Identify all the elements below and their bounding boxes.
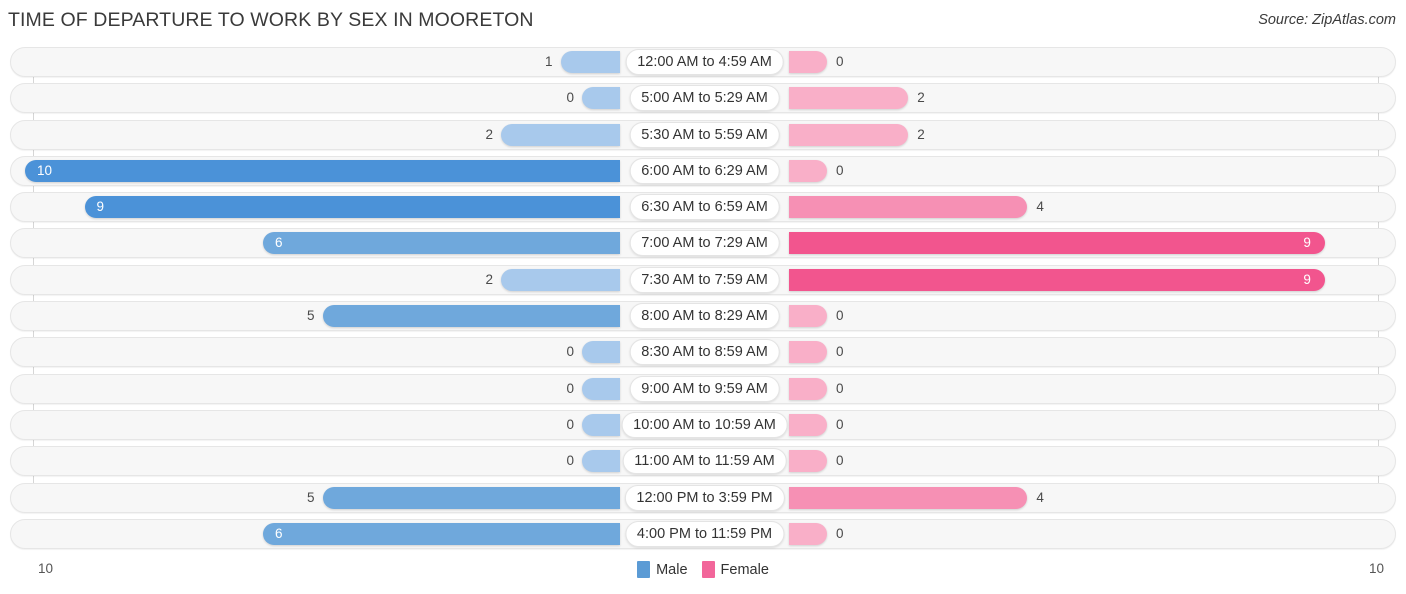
category-label-pill: 7:00 AM to 7:29 AM: [629, 230, 780, 257]
category-label-pill: 8:30 AM to 8:59 AM: [629, 339, 780, 366]
legend-swatch-female-icon: [701, 561, 715, 578]
table-row: 5 4 12:00 PM to 3:59 PM: [0, 482, 1406, 513]
bar-male[interactable]: [322, 305, 620, 328]
chart-footer: 10 10 Male Female: [0, 555, 1406, 594]
bar-value-male: 5: [306, 489, 315, 505]
bar-value-female: 4: [1036, 199, 1044, 215]
table-row: 2 2 5:30 AM to 5:59 AM: [0, 119, 1406, 150]
category-label-pill: 10:00 AM to 10:59 AM: [621, 411, 788, 438]
table-row: 0 0 9:00 AM to 9:59 AM: [0, 373, 1406, 404]
bar-female[interactable]: [789, 123, 909, 146]
bar-female[interactable]: [789, 450, 827, 473]
table-row: 6 9 7:00 AM to 7:29 AM: [0, 228, 1406, 259]
table-row: 0 0 11:00 AM to 11:59 AM: [0, 446, 1406, 477]
legend-label-female: Female: [720, 561, 769, 578]
bar-female[interactable]: [789, 377, 827, 400]
category-label-pill: 6:30 AM to 6:59 AM: [629, 194, 780, 221]
source-attribution: Source: ZipAtlas.com: [1258, 12, 1396, 28]
bar-male[interactable]: [25, 159, 620, 182]
bar-male[interactable]: [263, 232, 620, 255]
bar-value-male: 0: [566, 344, 574, 360]
bar-value-female: 0: [836, 380, 844, 396]
bar-value-male: 0: [566, 416, 574, 432]
plot-area: 1 0 12:00 AM to 4:59 AM 0 2 5:00 AM to 5:29 A…: [0, 47, 1406, 555]
bar-value-female: 2: [917, 90, 925, 106]
bar-value-male: 6: [275, 525, 283, 541]
category-label-pill: 11:00 AM to 11:59 AM: [622, 448, 787, 475]
bar-female[interactable]: [789, 196, 1028, 219]
category-label-pill: 6:00 AM to 6:29 AM: [629, 157, 780, 184]
bar-female[interactable]: [789, 522, 827, 545]
category-label-pill: 12:00 AM to 4:59 AM: [625, 49, 784, 75]
bar-value-male: 2: [485, 271, 493, 287]
bar-value-female: 0: [836, 525, 844, 541]
table-row: 0 2 5:00 AM to 5:29 AM: [0, 83, 1406, 114]
bar-male[interactable]: [84, 196, 620, 219]
table-row: 0 0 10:00 AM to 10:59 AM: [0, 409, 1406, 440]
bar-male[interactable]: [560, 51, 620, 73]
bar-male[interactable]: [501, 268, 620, 291]
bar-value-female: 0: [836, 416, 844, 432]
bar-value-female: 9: [1303, 235, 1311, 251]
bar-male[interactable]: [263, 522, 620, 545]
bar-male[interactable]: [322, 486, 620, 509]
category-label-pill: 8:00 AM to 8:29 AM: [629, 303, 780, 330]
bar-rows: 1 0 12:00 AM to 4:59 AM 0 2 5:00 AM to 5:29 A…: [0, 47, 1406, 555]
category-label-pill: 12:00 PM to 3:59 PM: [624, 484, 785, 511]
bar-value-male: 0: [566, 90, 574, 106]
bar-value-male: 2: [485, 126, 493, 142]
chart-legend: Male Female: [0, 561, 1406, 578]
bar-female[interactable]: [789, 51, 827, 73]
bar-male[interactable]: [582, 450, 620, 473]
bar-male[interactable]: [582, 341, 620, 364]
bar-value-female: 4: [1036, 489, 1044, 505]
bar-value-male: 5: [306, 308, 315, 324]
bar-male[interactable]: [582, 413, 620, 436]
table-row: 10 0 6:00 AM to 6:29 AM: [0, 155, 1406, 186]
bar-female[interactable]: [789, 413, 827, 436]
legend-item-male[interactable]: Male: [637, 561, 688, 578]
table-row: 9 4 6:30 AM to 6:59 AM: [0, 192, 1406, 223]
bar-value-male: 0: [566, 380, 574, 396]
bar-value-female: 0: [836, 308, 844, 324]
category-label-pill: 5:00 AM to 5:29 AM: [629, 85, 780, 112]
bar-value-male: 9: [96, 199, 105, 215]
table-row: 1 0 12:00 AM to 4:59 AM: [0, 47, 1406, 77]
bar-value-female: 0: [836, 54, 844, 69]
table-row: 5 0 8:00 AM to 8:29 AM: [0, 301, 1406, 332]
bar-value-female: 2: [917, 126, 925, 142]
legend-swatch-male-icon: [637, 561, 651, 578]
bar-male[interactable]: [501, 123, 620, 146]
legend-item-female[interactable]: Female: [701, 561, 769, 578]
chart-root: TIME OF DEPARTURE TO WORK BY SEX IN MOOR…: [0, 0, 1406, 594]
bar-male[interactable]: [582, 87, 620, 110]
table-row: 6 0 4:00 PM to 11:59 PM: [0, 518, 1406, 549]
bar-female[interactable]: [789, 87, 909, 110]
bar-value-female: 0: [836, 162, 844, 178]
bar-value-male: 1: [544, 54, 553, 69]
bar-female[interactable]: [789, 486, 1028, 509]
category-label-pill: 7:30 AM to 7:59 AM: [629, 266, 780, 293]
bar-female[interactable]: [789, 268, 1326, 291]
bar-value-male: 10: [37, 162, 53, 178]
legend-label-male: Male: [656, 561, 688, 578]
bar-value-female: 9: [1303, 271, 1311, 287]
bar-female[interactable]: [789, 341, 827, 364]
bar-female[interactable]: [789, 305, 827, 328]
page-title: TIME OF DEPARTURE TO WORK BY SEX IN MOOR…: [8, 9, 534, 31]
bar-value-male: 6: [275, 235, 283, 251]
bar-female[interactable]: [789, 232, 1326, 255]
bar-female[interactable]: [789, 159, 827, 182]
category-label-pill: 5:30 AM to 5:59 AM: [629, 121, 780, 148]
table-row: 0 0 8:30 AM to 8:59 AM: [0, 337, 1406, 368]
bar-value-female: 0: [836, 344, 844, 360]
category-label-pill: 4:00 PM to 11:59 PM: [624, 520, 785, 547]
table-row: 2 9 7:30 AM to 7:59 AM: [0, 264, 1406, 295]
chart-header: TIME OF DEPARTURE TO WORK BY SEX IN MOOR…: [0, 0, 1406, 44]
bar-value-female: 0: [836, 453, 844, 469]
bar-male[interactable]: [582, 377, 620, 400]
category-label-pill: 9:00 AM to 9:59 AM: [629, 375, 780, 402]
bar-value-male: 0: [566, 453, 574, 469]
